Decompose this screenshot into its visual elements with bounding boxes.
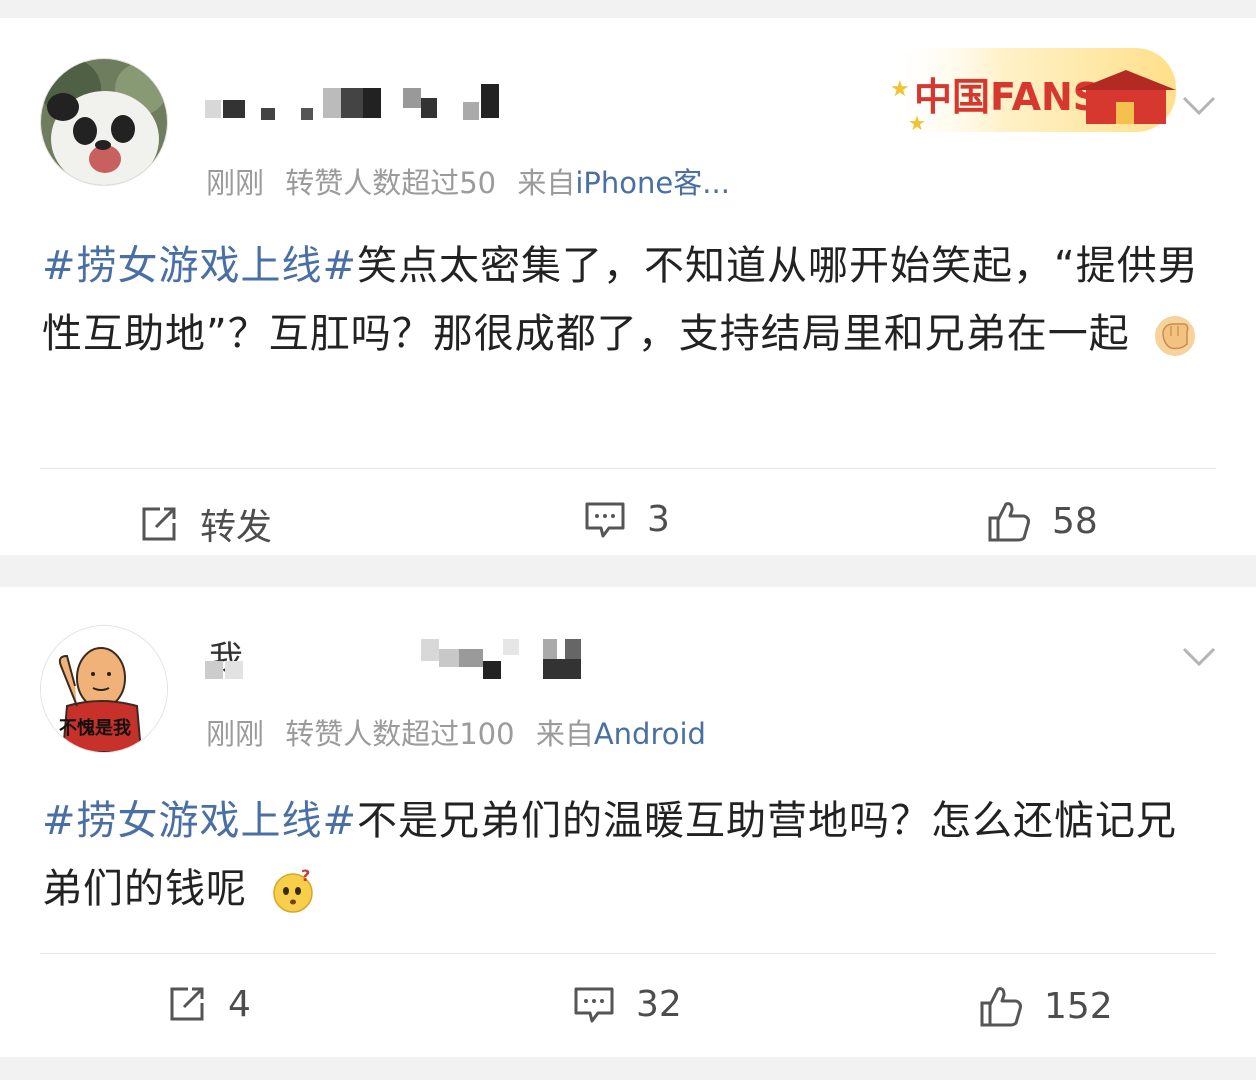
like-button[interactable]: 152: [978, 983, 1113, 1029]
source-link[interactable]: iPhone客...: [575, 166, 730, 200]
post-time: 刚刚: [206, 166, 265, 200]
repost-note: 转赞人数超过100: [285, 717, 515, 751]
chevron-down-icon[interactable]: [1182, 96, 1216, 116]
post-text: #捞女游戏上线#笑点太密集了，不知道从哪开始笑起，“提供男性互助地”？互肛吗？那…: [42, 232, 1216, 368]
repost-count: 4: [228, 983, 251, 1025]
post-card[interactable]: 不愧是我 我 刚刚 转赞人数超过100 来自Android #捞女游戏上线#不是…: [0, 587, 1256, 1057]
source-prefix: 来自: [535, 717, 594, 751]
like-button[interactable]: 58: [986, 498, 1098, 544]
comment-count: 32: [636, 983, 682, 1025]
post-meta: 刚刚 转赞人数超过100 来自Android: [206, 711, 718, 753]
svg-text:★: ★: [890, 77, 910, 102]
thumbs-up-icon: [980, 987, 1022, 1027]
divider: [40, 953, 1216, 954]
hashtag-link[interactable]: #捞女游戏上线#: [42, 243, 357, 289]
chevron-down-icon[interactable]: [1182, 647, 1216, 667]
like-count: 58: [1052, 500, 1098, 542]
hashtag-link[interactable]: #捞女游戏上线#: [42, 798, 357, 844]
post-meta: 刚刚 转赞人数超过50 来自iPhone客...: [206, 160, 742, 202]
comment-icon: [585, 502, 625, 538]
svg-text:不愧是我: 不愧是我: [59, 717, 131, 739]
post-card[interactable]: ★ ★ 中国FANS 刚刚 转赞人数超过50 来自iPhone客... #捞女游…: [0, 18, 1256, 555]
divider: [40, 468, 1216, 469]
comment-button[interactable]: 3: [583, 498, 670, 540]
repost-label: 转发: [200, 507, 273, 548]
post-text: #捞女游戏上线#不是兄弟们的温暖互助营地吗？怎么还惦记兄弟们的钱呢 ?: [42, 787, 1216, 923]
svg-text:中国FANS: 中国FANS: [914, 75, 1100, 119]
avatar[interactable]: 不愧是我: [40, 625, 168, 753]
repost-icon: [142, 507, 176, 541]
comment-icon: [574, 987, 614, 1023]
confused-emoji-icon: ?: [272, 867, 313, 913]
avatar[interactable]: [40, 58, 168, 186]
comment-button[interactable]: 32: [572, 983, 682, 1025]
repost-note: 转赞人数超过50: [285, 166, 497, 200]
thumbs-up-icon: [988, 502, 1030, 542]
source-prefix: 来自: [517, 166, 576, 200]
repost-button[interactable]: 转发: [138, 498, 272, 550]
fans-badge: ★ ★ 中国FANS: [876, 40, 1176, 136]
fist-emoji-icon: [1155, 316, 1196, 356]
source-link[interactable]: Android: [594, 717, 706, 751]
svg-text:?: ?: [301, 867, 311, 885]
repost-icon: [170, 987, 204, 1021]
like-count: 152: [1044, 985, 1113, 1027]
post-time: 刚刚: [206, 717, 265, 751]
comment-count: 3: [647, 498, 670, 540]
repost-button[interactable]: 4: [166, 983, 251, 1025]
